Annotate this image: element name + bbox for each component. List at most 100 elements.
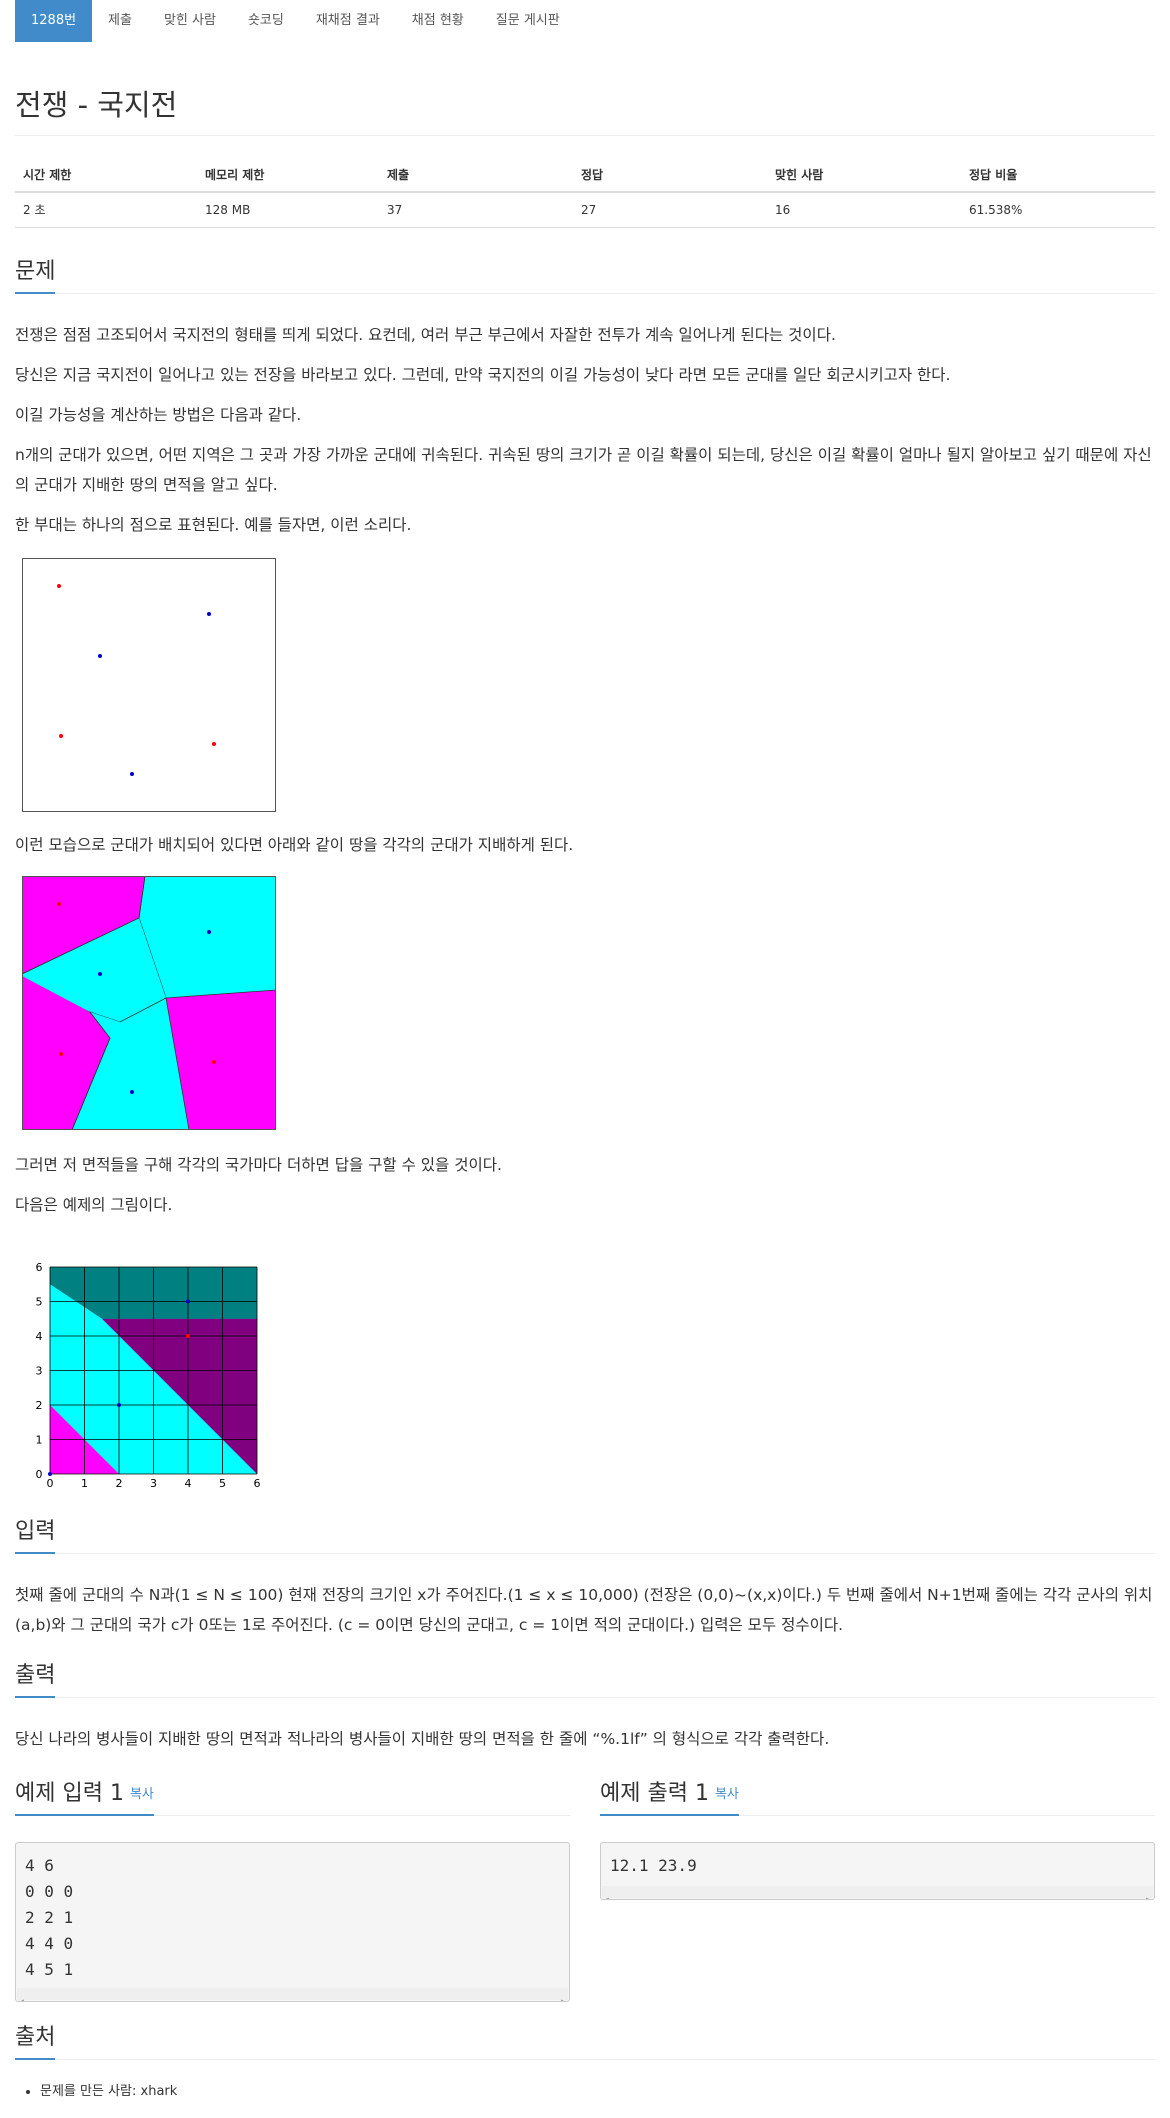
army-points-image	[22, 558, 276, 812]
table-header-cell: 정답	[573, 158, 767, 193]
example-grid-image: 0 1 2 3 4 5 6 0 1 2 3 4 5 6	[36, 1261, 261, 1490]
table-header-cell: 메모리 제한	[197, 158, 379, 193]
table-header-cell: 제출	[379, 158, 573, 193]
table-cell: 61.538%	[961, 192, 1155, 228]
y-tick-label: 1	[36, 1434, 43, 1447]
figure-border	[22, 558, 276, 812]
table-cell: 27	[573, 192, 767, 228]
problem-paragraph: n개의 군대가 있으면, 어떤 지역은 그 곳과 가장 가까운 군대에 귀속된다…	[15, 446, 1152, 494]
y-tick-label: 2	[36, 1399, 43, 1412]
tab-solved-users[interactable]: 맞힌 사람	[148, 0, 232, 42]
own-army-point	[48, 1472, 52, 1476]
x-tick-label: 4	[185, 1477, 192, 1490]
x-tick-label: 2	[116, 1477, 123, 1490]
x-tick-label: 1	[81, 1477, 88, 1490]
table-cell: 16	[767, 192, 961, 228]
source-author-label: 문제를 만든 사람:	[40, 2084, 137, 2099]
scroll-right-icon[interactable]: ▶	[1146, 1887, 1151, 1899]
sample-input-text: 4 6 0 0 0 2 2 1 4 4 0 4 5 1	[25, 1856, 74, 1979]
y-tick-label: 4	[36, 1330, 43, 1343]
voronoi-territory-image	[21, 875, 277, 1131]
scroll-left-icon[interactable]: ◀	[604, 1887, 609, 1899]
own-army-point	[98, 972, 102, 976]
problem-nav-tabs: 1288번 제출 맞힌 사람 숏코딩 재채점 결과 채점 현황 질문 게시판	[15, 0, 1155, 42]
table-cell: 128 MB	[197, 192, 379, 228]
enemy-army-point	[57, 584, 61, 588]
sample-output-header: 예제 출력 1 복사	[600, 1778, 1155, 1816]
output-section-header: 출력	[15, 1660, 1155, 1698]
table-row: 2 초 128 MB 37 27 16 61.538%	[15, 192, 1155, 228]
enemy-army-point	[186, 1299, 190, 1304]
enemy-army-point	[117, 1403, 121, 1407]
table-header-cell: 맞힌 사람	[767, 158, 961, 193]
tab-short-coding[interactable]: 숏코딩	[232, 0, 300, 42]
copy-sample-input-button[interactable]: 복사	[130, 1787, 154, 1802]
output-description: 당신 나라의 병사들이 지배한 땅의 면적과 적나라의 병사들이 지배한 땅의 …	[15, 1730, 830, 1748]
y-tick-label: 0	[36, 1468, 43, 1481]
table-cell: 2 초	[15, 192, 197, 228]
input-section-title: 입력	[15, 1516, 56, 1554]
enemy-army-point	[59, 734, 63, 738]
sample-input-title: 예제 입력 1 복사	[15, 1778, 154, 1816]
sample-output-title: 예제 출력 1 복사	[600, 1778, 739, 1816]
tab-question-board[interactable]: 질문 게시판	[480, 0, 576, 42]
own-army-point	[186, 1334, 190, 1338]
problem-paragraph: 이길 가능성을 계산하는 방법은 다음과 같다.	[15, 406, 302, 424]
title-divider	[15, 135, 1155, 136]
x-tick-label: 3	[150, 1477, 157, 1490]
sample-output-text: 12.1 23.9	[610, 1856, 697, 1875]
enemy-army-point	[212, 1060, 216, 1064]
copy-sample-output-button[interactable]: 복사	[715, 1787, 739, 1802]
enemy-army-point	[212, 742, 216, 746]
problem-section-header: 문제	[15, 256, 1155, 294]
output-section-title: 출력	[15, 1660, 56, 1698]
tab-problem[interactable]: 1288번	[15, 0, 93, 42]
own-army-point	[98, 654, 102, 658]
problem-paragraph: 그러면 저 면적들을 구해 각각의 국가마다 더하면 답을 구할 수 있을 것이…	[15, 1156, 502, 1174]
source-list: 문제를 만든 사람: xhark	[40, 2080, 177, 2099]
y-tick-label: 3	[36, 1365, 43, 1378]
own-army-point	[130, 1090, 134, 1094]
sample-output-title-text: 예제 출력 1	[600, 1781, 709, 1806]
table-header-cell: 정답 비율	[961, 158, 1155, 193]
x-tick-label: 0	[47, 1477, 54, 1490]
tab-judge-status[interactable]: 채점 현황	[396, 0, 480, 42]
tab-submit[interactable]: 제출	[92, 0, 148, 42]
scroll-left-icon[interactable]: ◀	[19, 1989, 24, 2001]
problem-paragraph: 전쟁은 점점 고조되어서 국지전의 형태를 띄게 되었다. 요컨데, 여러 부근…	[15, 326, 836, 344]
problem-section-title: 문제	[15, 256, 56, 294]
enemy-army-point	[57, 902, 61, 906]
own-army-point	[207, 612, 211, 616]
voronoi-territory-figure	[21, 875, 277, 1134]
sample-input-header: 예제 입력 1 복사	[15, 1778, 570, 1816]
problem-page: 1288번 제출 맞힌 사람 숏코딩 재채점 결과 채점 현황 질문 게시판 전…	[15, 0, 1155, 2060]
problem-info-table: 시간 제한 메모리 제한 제출 정답 맞힌 사람 정답 비율 2 초 128 M…	[15, 158, 1155, 228]
problem-paragraph: 한 부대는 하나의 점으로 표현된다. 예를 들자면, 이런 소리다.	[15, 516, 412, 534]
problem-paragraph: 당신은 지금 국지전이 일어나고 있는 전장을 바라보고 있다. 그런데, 만약…	[15, 366, 951, 384]
scroll-right-icon[interactable]: ▶	[561, 1989, 566, 2001]
army-points-figure	[22, 558, 276, 816]
source-author-link[interactable]: xhark	[141, 2084, 178, 2099]
source-section-header: 출처	[15, 2022, 1155, 2060]
enemy-army-point	[59, 1052, 63, 1056]
sample-output-scrollbar[interactable]: ◀ ▶	[602, 1886, 1153, 1899]
example-grid-figure: 0 1 2 3 4 5 6 0 1 2 3 4 5 6	[25, 1250, 275, 1494]
tab-rejudge-results[interactable]: 재채점 결과	[300, 0, 396, 42]
problem-paragraph: 다음은 예제의 그림이다.	[15, 1196, 173, 1214]
y-tick-label: 5	[36, 1296, 43, 1309]
input-section-header: 입력	[15, 1516, 1155, 1554]
problem-paragraph: 이런 모습으로 군대가 배치되어 있다면 아래와 같이 땅을 각각의 군대가 지…	[15, 836, 574, 854]
sample-input-box[interactable]: 4 6 0 0 0 2 2 1 4 4 0 4 5 1 ◀ ▶	[15, 1842, 570, 2002]
page-title: 전쟁 - 국지전	[15, 88, 178, 122]
table-header-row: 시간 제한 메모리 제한 제출 정답 맞힌 사람 정답 비율	[15, 158, 1155, 193]
sample-output-box[interactable]: 12.1 23.9 ◀ ▶	[600, 1842, 1155, 1900]
source-section-title: 출처	[15, 2022, 56, 2060]
own-army-point	[207, 930, 211, 934]
sample-input-scrollbar[interactable]: ◀ ▶	[17, 1988, 568, 2001]
sample-input-title-text: 예제 입력 1	[15, 1781, 124, 1806]
list-item: 문제를 만든 사람: xhark	[40, 2080, 177, 2099]
y-tick-label: 6	[36, 1261, 43, 1274]
table-header-cell: 시간 제한	[15, 158, 197, 193]
table-cell: 37	[379, 192, 573, 228]
input-description: 첫째 줄에 군대의 수 N과(1 ≤ N ≤ 100) 현재 전장의 크기인 x…	[15, 1586, 1153, 1634]
